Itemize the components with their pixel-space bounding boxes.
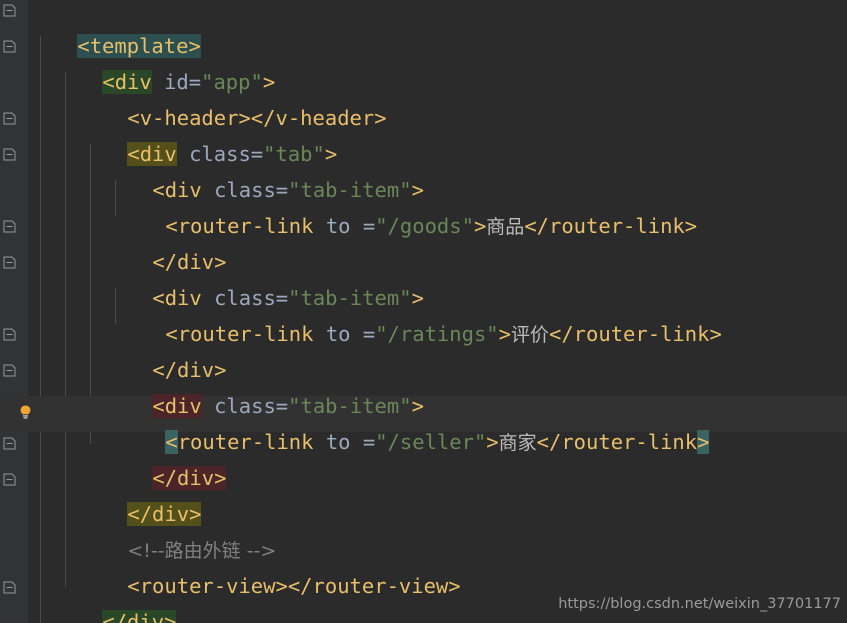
code-line[interactable]: </div> [0,316,847,382]
code-editor[interactable]: <template> <div id="app"> <v-header></v-… [0,0,847,623]
code-line[interactable]: <div class="tab-item"> [0,136,847,202]
code-line[interactable]: <div class="tab-item"> [0,244,847,310]
code-line[interactable]: <router-link to ="/ratings">评价</router-l… [0,280,847,346]
code-line[interactable]: <!--路由外链 --> [0,496,847,562]
code-line[interactable]: <v-header></v-header> [0,64,847,130]
watermark: https://blog.csdn.net/weixin_37701177 [558,596,841,612]
code-line[interactable]: <div class="tab-item"> [0,352,847,418]
code-line[interactable]: <div class="tab"> [0,100,847,166]
code-line-current[interactable]: <router-link to ="/seller">商家</router-li… [0,388,847,454]
code-line[interactable]: <router-view></router-view> [0,532,847,598]
code-line[interactable]: <router-link to ="/goods">商品</router-lin… [0,172,847,238]
code-line[interactable]: </div> [0,460,847,526]
code-line[interactable]: </div> [0,208,847,274]
code-line[interactable]: <template> [0,0,847,58]
code-line[interactable]: <div id="app"> [0,28,847,94]
intention-lightbulb-icon[interactable] [17,404,34,421]
code-line[interactable]: </div> [0,424,847,490]
